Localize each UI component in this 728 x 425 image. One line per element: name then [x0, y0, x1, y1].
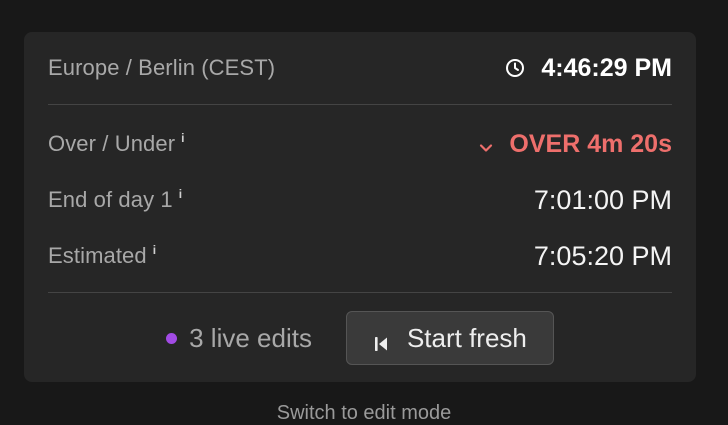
live-dot-icon: [166, 332, 178, 344]
start-fresh-label: Start fresh: [406, 322, 527, 353]
clock-icon: [505, 58, 525, 78]
timezone-row: Europe / Berlin (CEST) 4:46:29 PM: [48, 50, 672, 86]
live-edits-indicator: 3 live edits: [166, 323, 312, 354]
end-of-day-value: 7:01:00 PM: [533, 184, 672, 215]
over-under-label-group: Over / Under i: [48, 131, 185, 157]
end-of-day-label-group: End of day 1 i: [48, 187, 182, 213]
divider: [48, 104, 672, 105]
over-under-row: Over / Under i OVER 4m 20s: [48, 126, 672, 162]
end-of-day-row: End of day 1 i 7:01:00 PM: [48, 182, 672, 218]
timing-panel: Europe / Berlin (CEST) 4:46:29 PM Over /…: [24, 32, 696, 382]
live-edits-label: 3 live edits: [189, 322, 312, 353]
estimated-label: Estimated: [48, 243, 147, 268]
timezone-label: Europe / Berlin (CEST): [48, 55, 276, 80]
estimated-row: Estimated i 7:05:20 PM: [48, 238, 672, 274]
over-under-value-text: OVER 4m 20s: [509, 129, 672, 158]
over-under-value: OVER 4m 20s: [477, 130, 672, 159]
chevron-down-icon: [477, 135, 495, 153]
info-icon[interactable]: i: [181, 131, 184, 145]
current-time-value: 4:46:29 PM: [541, 53, 672, 82]
divider: [48, 292, 672, 293]
footer: 3 live edits Start fresh: [24, 310, 696, 366]
current-time: 4:46:29 PM: [505, 54, 672, 83]
estimated-value: 7:05:20 PM: [533, 240, 672, 271]
info-icon[interactable]: i: [153, 243, 156, 257]
start-fresh-button[interactable]: Start fresh: [345, 311, 554, 365]
info-icon[interactable]: i: [179, 187, 182, 201]
skip-back-icon: [373, 329, 389, 351]
over-under-label: Over / Under: [48, 131, 176, 156]
end-of-day-label: End of day 1: [48, 187, 173, 212]
estimated-label-group: Estimated i: [48, 243, 156, 269]
